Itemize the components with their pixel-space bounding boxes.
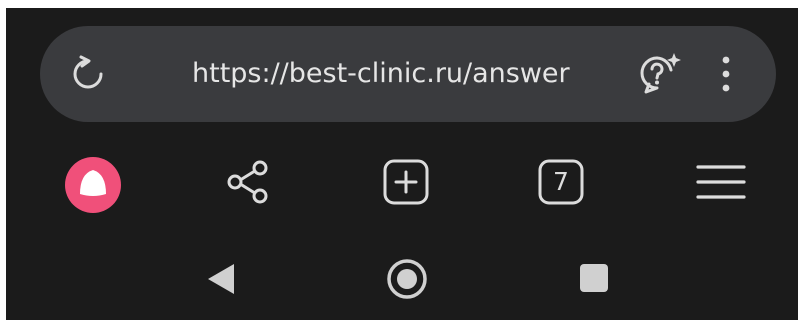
tab-count: 7 bbox=[553, 167, 569, 196]
home-button[interactable] bbox=[386, 258, 428, 300]
chat-question-sparkle-icon[interactable] bbox=[636, 52, 682, 96]
hamburger-menu-icon bbox=[696, 162, 746, 202]
address-bar[interactable]: https://best-clinic.ru/answer bbox=[40, 26, 776, 122]
tabs-button[interactable]: 7 bbox=[538, 159, 584, 205]
triangle-back-icon bbox=[204, 262, 238, 296]
share-button[interactable] bbox=[224, 158, 272, 206]
url-text[interactable]: https://best-clinic.ru/answer bbox=[192, 26, 570, 122]
back-button[interactable] bbox=[204, 262, 238, 296]
share-icon bbox=[224, 158, 272, 206]
plus-square-icon bbox=[383, 159, 429, 205]
recents-button[interactable] bbox=[578, 262, 610, 294]
circle-home-icon bbox=[386, 258, 428, 300]
alice-assistant-icon bbox=[64, 156, 122, 214]
more-vertical-icon[interactable] bbox=[719, 54, 733, 94]
browser-screen: https://best-clinic.ru/answer 7 bbox=[6, 8, 798, 320]
reload-icon[interactable] bbox=[68, 54, 108, 94]
new-tab-button[interactable] bbox=[383, 159, 429, 205]
alice-button[interactable] bbox=[64, 156, 122, 214]
square-recents-icon bbox=[578, 262, 610, 294]
browser-menu-button[interactable] bbox=[696, 162, 746, 202]
